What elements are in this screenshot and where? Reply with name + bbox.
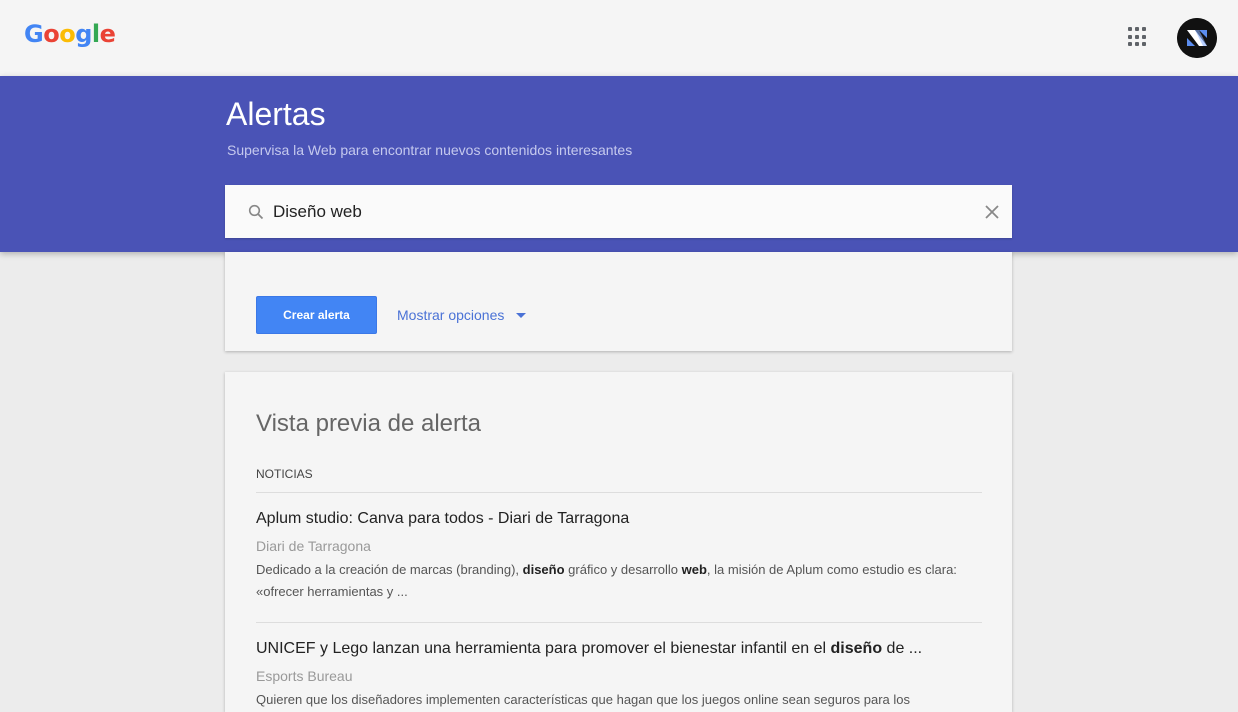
news-item-title[interactable]: Aplum studio: Canva para todos - Diari d… xyxy=(256,510,629,528)
section-label-news: NOTICIAS xyxy=(256,467,313,481)
alert-options-card: Crear alerta Mostrar opciones xyxy=(225,252,1012,351)
news-item-source: Esports Bureau xyxy=(256,668,353,684)
divider xyxy=(256,622,982,623)
apps-grid-icon[interactable] xyxy=(1128,27,1148,47)
avatar-logo-icon xyxy=(1177,18,1217,58)
divider xyxy=(256,492,982,493)
close-icon[interactable] xyxy=(985,205,999,219)
news-item-title[interactable]: UNICEF y Lego lanzan una herramienta par… xyxy=(256,640,922,658)
create-alert-button[interactable]: Crear alerta xyxy=(256,296,377,334)
chevron-down-icon[interactable] xyxy=(516,313,526,318)
news-item-link[interactable]: Aplum studio: Canva para todos - Diari d… xyxy=(256,510,629,527)
search-input[interactable]: Diseño web xyxy=(225,185,1012,238)
avatar[interactable] xyxy=(1177,18,1217,58)
preview-title: Vista previa de alerta xyxy=(256,410,482,437)
google-logo[interactable]: Google xyxy=(24,20,116,48)
page-subtitle: Supervisa la Web para encontrar nuevos c… xyxy=(227,142,633,158)
top-bar: Google xyxy=(0,0,1238,76)
page-title: Alertas xyxy=(226,96,326,132)
search-icon xyxy=(248,204,264,220)
news-item-snippet: Dedicado a la creación de marcas (brandi… xyxy=(256,562,957,599)
news-item-link[interactable]: UNICEF y Lego lanzan una herramienta par… xyxy=(256,640,922,657)
alert-preview-card: Vista previa de alerta NOTICIAS Aplum st… xyxy=(225,372,1012,712)
show-options-link[interactable]: Mostrar opciones xyxy=(397,307,504,323)
search-value[interactable]: Diseño web xyxy=(273,202,362,222)
news-item-snippet: Quieren que los diseñadores implementen … xyxy=(256,692,911,707)
news-item-source: Diari de Tarragona xyxy=(256,538,371,554)
